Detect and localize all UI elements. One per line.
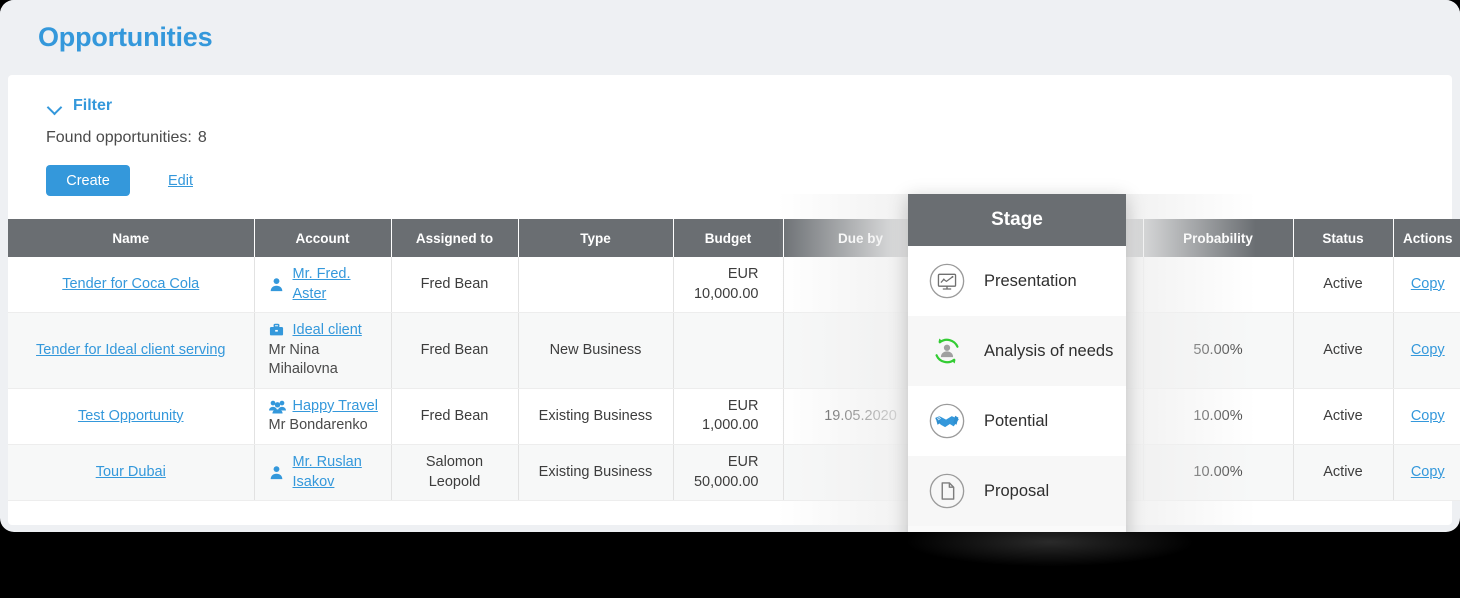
cell-actions: Copy xyxy=(1393,312,1460,389)
account-link[interactable]: Happy Travel xyxy=(293,397,378,417)
cell-probability: 10.00% xyxy=(1143,388,1294,445)
cell-status: Active xyxy=(1293,312,1394,389)
presentation-monitor-icon xyxy=(928,262,966,300)
stage-popup: Stage Presentation Analysis of needs Pot… xyxy=(908,194,1126,532)
stage-option-label: Proposal xyxy=(984,481,1050,500)
stage-option-label: Presentation xyxy=(984,271,1077,290)
toolbar: Create Edit xyxy=(8,147,1452,196)
stage-option-presentation[interactable]: Presentation xyxy=(908,246,1126,316)
content-card: Filter Found opportunities: 8 Create Edit… xyxy=(8,75,1460,525)
drop-shadow xyxy=(845,528,1255,598)
page-header: Opportunities xyxy=(0,0,1460,75)
opportunity-link[interactable]: Tender for Coca Cola xyxy=(62,276,199,292)
table-row[interactable]: Tender for Coca Cola Mr. Fred. Aster Fre… xyxy=(8,257,1460,314)
cell-type: Existing Business xyxy=(518,388,674,445)
create-button[interactable]: Create xyxy=(46,165,130,196)
cell-account: Mr. Ruslan Isakov xyxy=(254,444,392,502)
table-row[interactable]: Tender for Ideal client serving Ideal cl… xyxy=(8,312,1460,389)
copy-link[interactable]: Copy xyxy=(1411,342,1445,358)
stage-option-potential[interactable]: Potential xyxy=(908,386,1126,456)
account-contact: Mr Nina Mihailovna xyxy=(268,341,338,378)
cell-status: Active xyxy=(1293,257,1394,314)
copy-link[interactable]: Copy xyxy=(1411,408,1445,424)
handshake-icon xyxy=(928,402,966,440)
cell-name: Test Opportunity xyxy=(8,388,255,445)
app-window: Opportunities Filter Found opportunities… xyxy=(0,0,1460,532)
cell-assigned-to: Fred Bean xyxy=(391,312,519,389)
stage-option-label: Potential xyxy=(984,411,1049,430)
opportunities-table: Name Account Assigned to Type Budget Due… xyxy=(8,219,1460,502)
stage-option-proposal[interactable]: Proposal xyxy=(908,456,1126,526)
cell-type: New Business xyxy=(518,312,674,389)
column-header-type[interactable]: Type xyxy=(518,219,674,257)
cell-budget xyxy=(673,312,784,389)
cell-status: Active xyxy=(1293,444,1394,502)
cell-actions: Copy xyxy=(1393,388,1460,445)
cell-budget: EUR 10,000.00 xyxy=(673,257,784,314)
column-header-name[interactable]: Name xyxy=(8,219,255,257)
cell-type: Existing Business xyxy=(518,444,674,502)
found-opportunities: Found opportunities: 8 xyxy=(8,115,1452,147)
account-link[interactable]: Mr. Ruslan Isakov xyxy=(293,453,381,492)
column-header-assigned[interactable]: Assigned to xyxy=(391,219,519,257)
document-icon xyxy=(928,472,966,510)
person-refresh-icon xyxy=(928,332,966,370)
stage-popup-list: Presentation Analysis of needs Potential xyxy=(908,246,1126,526)
table-row[interactable]: Test Opportunity Happy Travel Mr Bondare… xyxy=(8,388,1460,445)
column-header-budget[interactable]: Budget xyxy=(673,219,784,257)
cell-probability xyxy=(1143,257,1294,314)
cell-account: Ideal client Mr Nina Mihailovna xyxy=(254,312,392,389)
cell-account: Mr. Fred. Aster xyxy=(254,257,392,314)
cell-type xyxy=(518,257,674,314)
person-icon xyxy=(269,465,284,480)
copy-link[interactable]: Copy xyxy=(1411,464,1445,480)
person-icon xyxy=(269,277,284,292)
found-label: Found opportunities: xyxy=(46,129,192,146)
opportunity-link[interactable]: Test Opportunity xyxy=(78,408,184,424)
chevron-down-icon xyxy=(48,102,63,111)
cell-assigned-to: Salomon Leopold xyxy=(391,444,519,502)
filter-label: Filter xyxy=(73,97,113,114)
cell-budget: EUR 50,000.00 xyxy=(673,444,784,502)
opportunity-link[interactable]: Tour Dubai xyxy=(96,464,166,480)
copy-link[interactable]: Copy xyxy=(1411,276,1445,292)
stage-option-label: Analysis of needs xyxy=(984,341,1114,360)
cell-assigned-to: Fred Bean xyxy=(391,388,519,445)
column-header-account[interactable]: Account xyxy=(254,219,392,257)
column-header-actions[interactable]: Actions xyxy=(1393,219,1460,257)
cell-assigned-to: Fred Bean xyxy=(391,257,519,314)
table-header-row: Name Account Assigned to Type Budget Due… xyxy=(8,219,1460,257)
column-header-probability[interactable]: Probability xyxy=(1143,219,1294,257)
cell-account: Happy Travel Mr Bondarenko xyxy=(254,388,392,445)
cell-budget: EUR 1,000.00 xyxy=(673,388,784,445)
opportunity-link[interactable]: Tender for Ideal client serving xyxy=(36,342,225,358)
account-link[interactable]: Ideal client xyxy=(293,321,362,341)
stage-popup-title: Stage xyxy=(908,194,1126,246)
cell-name: Tender for Coca Cola xyxy=(8,257,255,314)
cell-status: Active xyxy=(1293,388,1394,445)
table-row[interactable]: Tour Dubai Mr. Ruslan Isakov Salomon Leo… xyxy=(8,444,1460,502)
briefcase-icon xyxy=(269,323,284,338)
cell-probability: 10.00% xyxy=(1143,444,1294,502)
found-count: 8 xyxy=(197,129,207,146)
page-title: Opportunities xyxy=(38,22,213,52)
edit-link[interactable]: Edit xyxy=(168,173,193,189)
cell-name: Tender for Ideal client serving xyxy=(8,312,255,389)
people-icon xyxy=(268,399,286,414)
filter-toggle[interactable]: Filter xyxy=(8,75,1452,115)
column-header-status[interactable]: Status xyxy=(1293,219,1394,257)
cell-probability: 50.00% xyxy=(1143,312,1294,389)
cell-actions: Copy xyxy=(1393,444,1460,502)
cell-name: Tour Dubai xyxy=(8,444,255,502)
cell-actions: Copy xyxy=(1393,257,1460,314)
account-link[interactable]: Mr. Fred. Aster xyxy=(293,265,381,304)
account-contact: Mr Bondarenko xyxy=(268,417,368,434)
stage-option-analysis-of-needs[interactable]: Analysis of needs xyxy=(908,316,1126,386)
